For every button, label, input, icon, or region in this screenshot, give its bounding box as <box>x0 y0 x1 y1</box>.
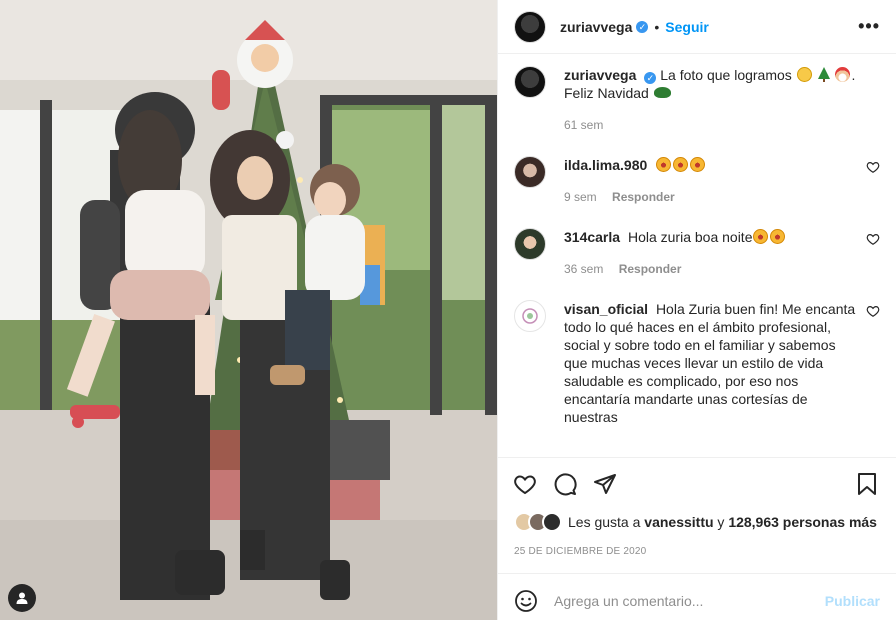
comment-username[interactable]: 314carla <box>564 229 620 245</box>
header-separator: • <box>654 18 660 35</box>
comment-username[interactable]: ilda.lima.980 <box>564 157 647 173</box>
caption-author-avatar[interactable] <box>514 66 546 98</box>
comment-item: 314carla Hola zuria boa noite 36 sem Res… <box>514 228 880 278</box>
turtle-emoji-icon <box>653 87 671 98</box>
comment-text: Hola zuria boa noite <box>627 229 753 245</box>
caption-text: La foto que logramos <box>660 67 792 83</box>
comment-username[interactable]: visan_oficial <box>564 301 648 317</box>
likes-prefix: Les gusta a <box>568 514 641 530</box>
post-header: zuriavvega ✓ • Seguir ••• <box>498 0 896 54</box>
comment-item: ilda.lima.980 9 sem Responder <box>514 156 880 206</box>
publish-button[interactable]: Publicar <box>825 593 880 609</box>
add-comment-bar: Publicar <box>498 574 896 620</box>
commenter-avatar[interactable] <box>514 300 546 332</box>
like-button[interactable] <box>512 471 538 497</box>
reply-button[interactable]: Responder <box>619 262 682 276</box>
comment-age[interactable]: 9 sem <box>564 190 597 204</box>
comment-item: visan_oficial Hola Zuria buen fin! Me en… <box>514 300 880 426</box>
post-actions-bar <box>498 458 896 510</box>
more-options-icon[interactable]: ••• <box>858 16 880 37</box>
follow-button[interactable]: Seguir <box>665 19 709 35</box>
share-button[interactable] <box>592 471 618 497</box>
caption-username[interactable]: zuriavvega <box>564 67 636 83</box>
star-struck-emoji-icon <box>690 157 706 172</box>
verified-badge-icon: ✓ <box>636 20 649 33</box>
star-struck-emoji-icon <box>770 229 786 244</box>
like-comment-heart-icon[interactable] <box>866 232 880 246</box>
caption: zuriavvega ✓ La foto que logramos . Feliz… <box>514 66 880 134</box>
comments-list[interactable]: zuriavvega ✓ La foto que logramos . Feliz… <box>498 54 896 458</box>
visan-logo-icon <box>522 308 538 324</box>
post-side-panel: zuriavvega ✓ • Seguir ••• zuriavvega ✓ La… <box>497 0 896 620</box>
comment-age[interactable]: 36 sem <box>564 262 603 276</box>
save-button[interactable] <box>854 471 880 497</box>
star-struck-emoji-icon <box>673 157 689 172</box>
smirk-emoji-icon <box>796 67 812 82</box>
christmas-family-photo <box>0 0 497 620</box>
tagged-users-button[interactable] <box>8 584 36 612</box>
bookmark-icon <box>858 473 876 495</box>
verified-badge-icon: ✓ <box>644 72 657 84</box>
likes-middle: y <box>717 514 725 530</box>
christmas-tree-emoji-icon <box>817 67 830 82</box>
star-struck-emoji-icon <box>656 157 672 172</box>
user-icon <box>16 592 28 604</box>
likes-count[interactable]: 128,963 personas más <box>728 514 877 530</box>
comment-text: Hola Zuria buen fin! Me encanta todo lo … <box>564 301 856 425</box>
like-comment-heart-icon[interactable] <box>866 160 880 174</box>
commenter-avatar[interactable] <box>514 156 546 188</box>
reply-button[interactable]: Responder <box>612 190 675 204</box>
liker-avatars <box>514 512 562 532</box>
author-avatar[interactable] <box>514 10 546 43</box>
santa-emoji-icon <box>835 67 851 82</box>
author-username[interactable]: zuriavvega <box>560 19 632 35</box>
caption-age[interactable]: 61 sem <box>564 118 603 132</box>
emoji-picker-icon[interactable] <box>514 589 538 613</box>
like-comment-heart-icon[interactable] <box>866 304 880 318</box>
liker-username[interactable]: vanessittu <box>644 514 713 530</box>
paper-plane-icon <box>594 474 616 494</box>
caption-period: . <box>851 67 856 83</box>
likes-summary[interactable]: Les gusta a vanessittu y 128,963 persona… <box>498 510 896 534</box>
star-struck-emoji-icon <box>753 229 769 244</box>
commenter-avatar[interactable] <box>514 228 546 260</box>
comment-bubble-icon <box>554 473 577 496</box>
comment-input[interactable] <box>554 593 825 609</box>
caption-greeting: Feliz Navidad <box>564 85 649 101</box>
post-date[interactable]: 25 DE DICIEMBRE DE 2020 <box>498 534 896 574</box>
heart-icon <box>514 475 536 495</box>
comment-button[interactable] <box>552 471 578 497</box>
post-photo[interactable] <box>0 0 497 620</box>
